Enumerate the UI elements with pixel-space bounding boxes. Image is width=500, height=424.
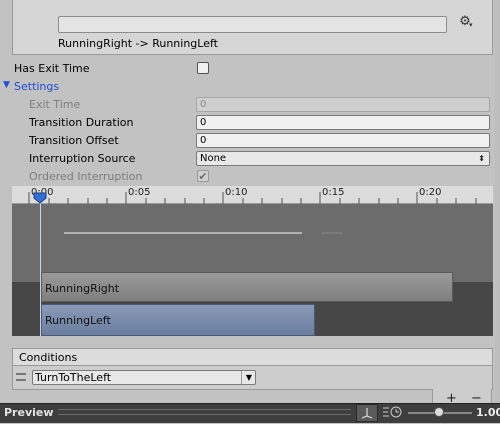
conditions-header: Conditions xyxy=(12,348,493,366)
to-state-bar[interactable]: RunningLeft xyxy=(41,304,315,336)
preview-resize-grip[interactable] xyxy=(58,409,351,415)
select-divider xyxy=(241,371,242,384)
condition-parameter-value: TurnToTheLeft xyxy=(35,371,112,384)
condition-parameter-select[interactable]: TurnToTheLeft ▼ xyxy=(32,370,256,385)
pivot-icon xyxy=(361,408,373,419)
check-icon: ✔ xyxy=(198,170,208,183)
tick-label: 0:10 xyxy=(225,187,248,198)
interruption-source-value: None xyxy=(200,153,227,164)
exit-time-value: 0 xyxy=(200,99,207,110)
transition-duration-value: 0 xyxy=(200,117,207,128)
playhead-line xyxy=(40,194,41,336)
transition-name-field[interactable] xyxy=(58,16,447,33)
speed-clock-icon xyxy=(383,406,402,418)
inspector-scrollbar[interactable] xyxy=(495,0,500,403)
preview-title: Preview xyxy=(4,406,54,419)
transition-offset-label: Transition Offset xyxy=(29,134,119,147)
transition-duration-label: Transition Duration xyxy=(29,116,134,129)
blend-curve xyxy=(64,232,342,234)
tick-label: 0:05 xyxy=(128,187,151,198)
time-ruler[interactable]: 0:00 0:05 0:10 0:15 0:20 xyxy=(12,186,493,204)
ordered-interruption-label: Ordered Interruption xyxy=(29,170,143,183)
transition-duration-field[interactable]: 0 xyxy=(196,115,490,130)
has-exit-time-label: Has Exit Time xyxy=(14,62,90,75)
ordered-interruption-checkbox: ✔ xyxy=(197,170,209,182)
transition-offset-value: 0 xyxy=(200,135,207,146)
foldout-arrow-icon[interactable]: ▼ xyxy=(3,80,10,90)
tick-label: 0:20 xyxy=(419,187,442,198)
tick-label: 0:15 xyxy=(322,187,345,198)
has-exit-time-checkbox[interactable] xyxy=(197,62,209,74)
exit-time-label: Exit Time xyxy=(29,98,81,111)
interruption-source-label: Interruption Source xyxy=(29,152,136,165)
speed-value: 1.00 xyxy=(476,406,500,419)
gear-dropdown-icon[interactable]: ▾ xyxy=(469,21,473,29)
settings-foldout[interactable]: Settings xyxy=(14,80,59,93)
from-state-label: RunningRight xyxy=(45,282,120,295)
transition-title: RunningRight -> RunningLeft xyxy=(58,37,218,50)
from-state-bar[interactable]: RunningRight xyxy=(41,272,453,302)
exit-time-field: 0 xyxy=(196,97,490,112)
to-state-label: RunningLeft xyxy=(45,314,111,327)
chevron-down-icon: ▼ xyxy=(245,373,252,382)
pivot-toggle-button[interactable] xyxy=(356,404,378,422)
playhead-marker-icon[interactable] xyxy=(33,192,47,204)
blend-curve-area xyxy=(12,204,493,282)
drag-handle-icon[interactable] xyxy=(16,373,26,381)
speed-slider-thumb[interactable] xyxy=(434,407,444,417)
conditions-title: Conditions xyxy=(19,351,78,364)
updown-arrows-icon: ⬍ xyxy=(478,154,485,163)
transition-offset-field[interactable]: 0 xyxy=(196,133,490,148)
interruption-source-select[interactable]: None ⬍ xyxy=(196,151,490,166)
playback-speed-icon xyxy=(382,405,404,422)
